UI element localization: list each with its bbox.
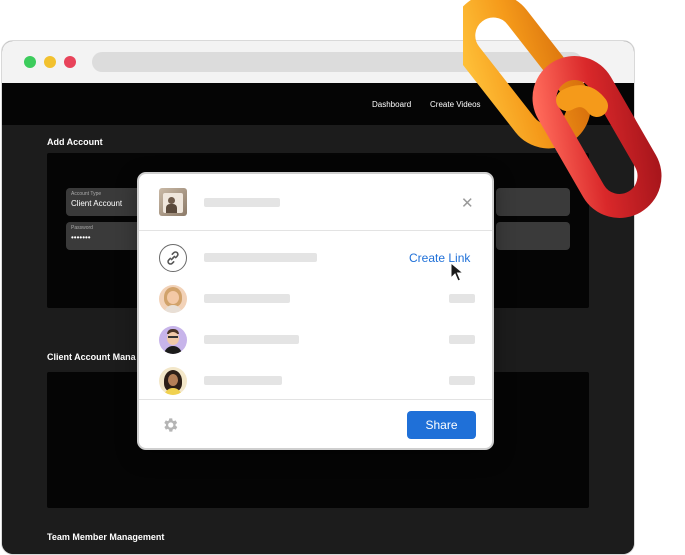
- item-thumbnail: [159, 188, 187, 216]
- team-member-management-title: Team Member Management: [47, 532, 165, 542]
- password-value: •••••••: [71, 233, 91, 242]
- chain-link-icon: [463, 0, 662, 218]
- member-name-placeholder: [204, 294, 290, 303]
- avatar: [159, 367, 187, 395]
- divider-bottom: [139, 399, 492, 400]
- add-account-title: Add Account: [47, 137, 103, 147]
- cursor-icon: [450, 262, 464, 282]
- maximize-window-dot[interactable]: [64, 56, 76, 68]
- avatar: [159, 285, 187, 313]
- gear-icon[interactable]: [161, 416, 179, 434]
- member-name-placeholder: [204, 335, 299, 344]
- share-button[interactable]: Share: [407, 411, 476, 439]
- nav-dashboard[interactable]: Dashboard: [372, 100, 411, 109]
- member-role-placeholder: [449, 376, 475, 385]
- password-label: Password: [71, 225, 93, 231]
- client-account-management-title: Client Account Mana: [47, 352, 136, 362]
- share-dialog: ✕ Create Link Share: [137, 172, 494, 450]
- member-role-placeholder: [449, 335, 475, 344]
- link-icon: [159, 244, 187, 272]
- avatar: [159, 326, 187, 354]
- account-type-label: Account Type: [71, 191, 102, 197]
- link-row-placeholder: [204, 253, 317, 262]
- minimize-window-dot[interactable]: [44, 56, 56, 68]
- divider-top: [139, 230, 492, 231]
- account-type-value: Client Account: [71, 199, 123, 208]
- member-name-placeholder: [204, 376, 282, 385]
- item-title-placeholder: [204, 198, 280, 207]
- close-window-dot[interactable]: [24, 56, 36, 68]
- member-role-placeholder: [449, 294, 475, 303]
